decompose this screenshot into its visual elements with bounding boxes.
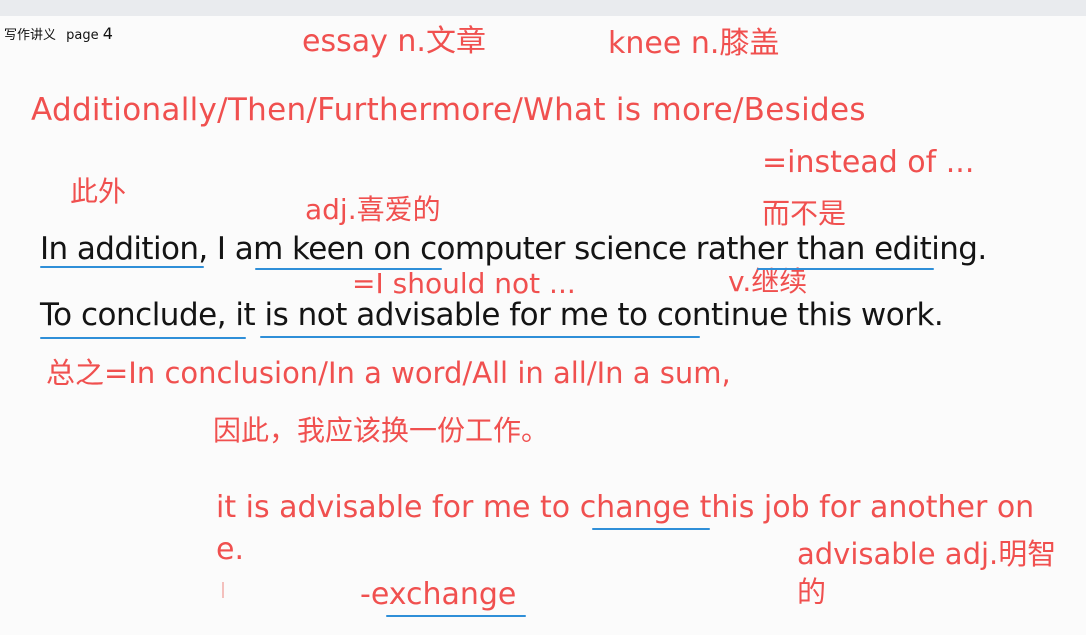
note-v-jixu: v.继续 [728,265,808,298]
page-word: page [66,28,99,43]
note-advisable-adj-2: 的 [797,575,827,609]
note-additionally: Additionally/Then/Furthermore/What is mo… [31,92,866,128]
page-label: 写作讲义 page 4 [4,24,113,43]
note-zongzhi: 总之=In conclusion/In a word/All in all/In… [46,356,731,390]
stray-mark [222,582,224,598]
sentence-2: To conclude, it is not advisable for me … [40,297,944,333]
note-exchange: -exchange [360,577,517,612]
underline-rather-than [757,268,934,270]
top-bar [0,0,1086,16]
page-number: 4 [102,24,113,43]
underline-it-is-not-advisable [260,336,700,338]
note-instead-of: =instead of ... [762,145,975,180]
underline-to-conclude [40,337,246,339]
note-advisable-line-2: e. [216,532,244,567]
note-essay: essay n.文章 [302,24,486,59]
note-ciwai: 此外 [70,175,127,208]
page-title: 写作讲义 [4,28,57,43]
underline-in-addition [40,266,204,268]
underline-change [592,528,710,530]
note-adj-xiai: adj.喜爱的 [305,193,441,226]
note-advisable-line-1: it is advisable for me to change this jo… [216,490,1035,525]
note-advisable-adj-1: advisable adj.明智 [797,537,1057,571]
underline-am-keen-on [255,268,442,270]
underline-exchange [386,615,526,617]
note-knee: knee n.膝盖 [608,26,780,61]
note-i-should-not: =I should not ... [352,267,576,300]
sentence-1: In addition, I am keen on computer scien… [40,231,987,267]
note-yinci: 因此，我应该换一份工作。 [213,414,550,447]
note-erbushi: 而不是 [762,197,847,230]
